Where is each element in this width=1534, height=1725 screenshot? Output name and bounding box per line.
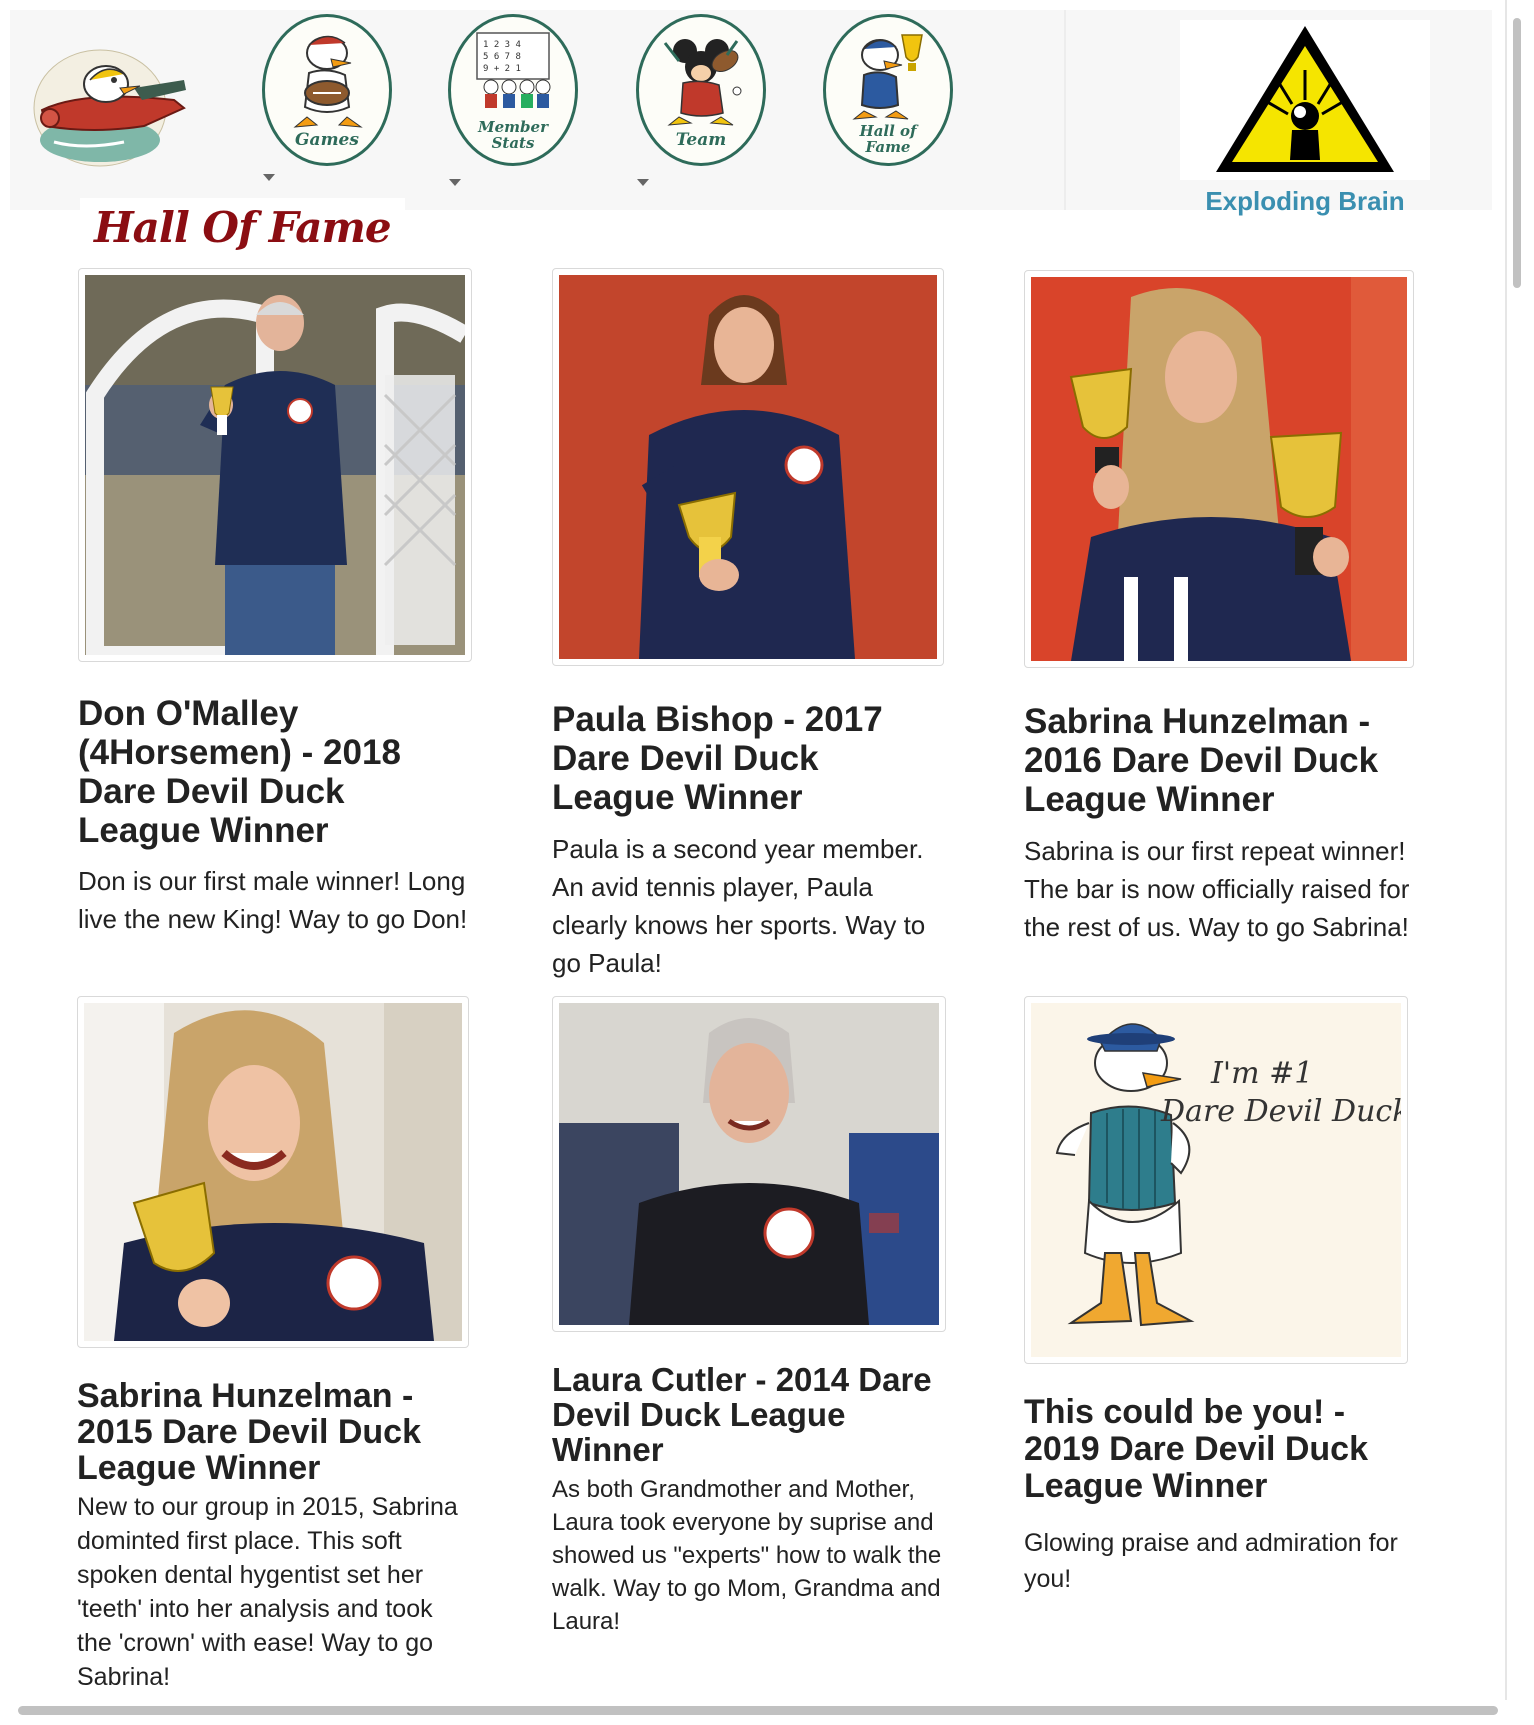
photo-frame[interactable] bbox=[78, 268, 472, 664]
card-text: As both Grandmother and Mother, Laura to… bbox=[552, 1476, 942, 1635]
page-title: Hall Of Fame bbox=[80, 198, 405, 258]
exploding-brain-warning-icon bbox=[1216, 26, 1394, 172]
team-badge: Team bbox=[636, 14, 766, 166]
card-title: Laura Cutler - 2014 Dare Devil Duck Leag… bbox=[552, 1361, 932, 1468]
exploding-brain-image-box[interactable] bbox=[1180, 20, 1430, 180]
card-title: Don O'Malley (4Horsemen) - 2018 Dare Dev… bbox=[78, 694, 401, 850]
svg-text:1 2 3 4: 1 2 3 4 bbox=[483, 40, 521, 50]
page-edge bbox=[1505, 0, 1507, 1700]
card-title: Sabrina Hunzelman - 2016 Dare Devil Duck… bbox=[1024, 702, 1379, 819]
photo-frame[interactable]: I'm #1 Dare Devil Duck bbox=[1024, 996, 1410, 1364]
horizontal-scroll-thumb[interactable] bbox=[18, 1706, 1498, 1715]
card-text: Sabrina is our first repeat winner! The … bbox=[1024, 836, 1410, 942]
team-label: Team bbox=[675, 130, 727, 150]
card-text: New to our group in 2015, Sabrina domint… bbox=[77, 1493, 458, 1691]
nav-hall-of-fame[interactable]: Hall of Fame bbox=[823, 14, 953, 174]
svg-text:9 + 2 1: 9 + 2 1 bbox=[483, 64, 521, 74]
card-text: Glowing praise and admiration for you! bbox=[1024, 1529, 1398, 1593]
games-badge: Games bbox=[262, 14, 392, 166]
hall-of-fame-label: Hall of Fame bbox=[859, 122, 917, 156]
laura-cutler-photo bbox=[559, 1003, 939, 1325]
don-omalley-photo bbox=[85, 275, 470, 664]
duck-trophy-icon bbox=[852, 34, 923, 120]
card-text: Don is our first male winner! Long live … bbox=[78, 866, 468, 934]
dare-devil-duck-illustration: I'm #1 Dare Devil Duck bbox=[1031, 1003, 1410, 1357]
svg-text:5 6 7 8: 5 6 7 8 bbox=[483, 52, 521, 62]
member-stats-label: Member Stats bbox=[478, 118, 548, 152]
sabrina-2015-photo bbox=[84, 1003, 462, 1341]
vertical-scroll-thumb[interactable] bbox=[1513, 18, 1521, 288]
member-stats-badge: 1 2 3 4 5 6 7 8 9 + 2 1 Member Stats bbox=[448, 14, 578, 166]
home-logo-link[interactable] bbox=[24, 30, 194, 170]
member-stats-icon: 1 2 3 4 5 6 7 8 9 + 2 1 bbox=[476, 32, 551, 108]
paula-bishop-photo bbox=[559, 275, 937, 659]
plane-duck-logo-icon bbox=[33, 49, 186, 167]
card-title: This could be you! - 2019 Dare Devil Duc… bbox=[1024, 1393, 1368, 1505]
illustration-line-2: Dare Devil Duck bbox=[1160, 1094, 1401, 1129]
nav-divider bbox=[1064, 10, 1066, 210]
chevron-down-icon[interactable] bbox=[263, 174, 275, 181]
card-title: Sabrina Hunzelman - 2015 Dare Devil Duck… bbox=[77, 1377, 421, 1487]
photo-frame[interactable] bbox=[77, 996, 469, 1348]
nav-games[interactable]: Games bbox=[262, 14, 392, 184]
photo-frame[interactable] bbox=[1024, 270, 1414, 668]
photo-frame[interactable] bbox=[552, 996, 946, 1332]
chevron-down-icon[interactable] bbox=[637, 179, 649, 186]
top-navigation: Games 1 2 3 4 5 6 7 8 9 + 2 1 Member Sta… bbox=[10, 10, 1492, 216]
illustration-line-1: I'm #1 bbox=[1210, 1056, 1313, 1091]
hall-of-fame-badge: Hall of Fame bbox=[823, 14, 953, 166]
photo-frame[interactable] bbox=[552, 268, 944, 666]
nav-team[interactable]: Team bbox=[636, 14, 766, 186]
nav-member-stats[interactable]: 1 2 3 4 5 6 7 8 9 + 2 1 Member Stats bbox=[448, 14, 578, 186]
vertical-scrollbar[interactable] bbox=[1508, 10, 1524, 1700]
games-label: Games bbox=[295, 130, 359, 150]
team-mickey-icon bbox=[663, 39, 742, 126]
exploding-brain-link[interactable]: Exploding Brain bbox=[1160, 186, 1450, 217]
card-title: Paula Bishop - 2017 Dare Devil Duck Leag… bbox=[552, 700, 883, 817]
horizontal-scrollbar[interactable] bbox=[10, 1700, 1508, 1718]
chevron-down-icon[interactable] bbox=[449, 179, 461, 186]
card-text: Paula is a second year member. An avid t… bbox=[552, 834, 926, 978]
duck-football-icon bbox=[293, 35, 363, 128]
sabrina-2016-photo bbox=[1031, 277, 1407, 661]
